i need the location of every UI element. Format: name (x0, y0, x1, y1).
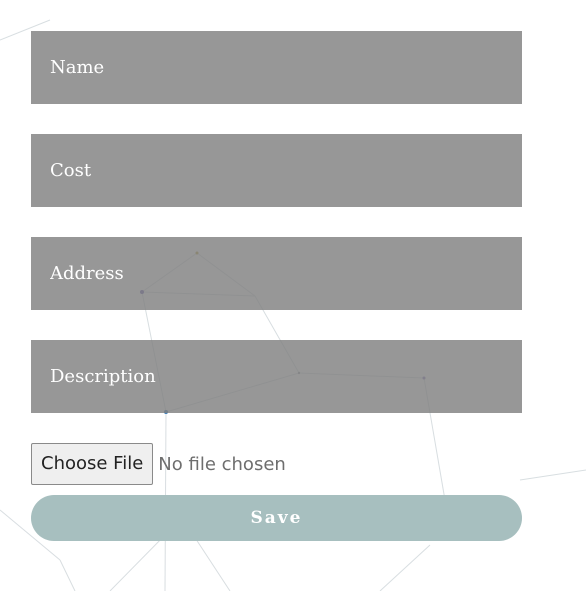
description-input[interactable] (31, 340, 522, 413)
item-form: Choose File No file chosen Save (31, 31, 522, 541)
name-input[interactable] (31, 31, 522, 104)
address-input[interactable] (31, 237, 522, 310)
save-button[interactable]: Save (31, 495, 522, 541)
choose-file-button[interactable]: Choose File (31, 443, 154, 485)
page: Choose File No file chosen Save (0, 0, 586, 591)
cost-input[interactable] (31, 134, 522, 207)
file-input: Choose File No file chosen (31, 443, 522, 485)
file-status-text: No file chosen (158, 453, 286, 475)
